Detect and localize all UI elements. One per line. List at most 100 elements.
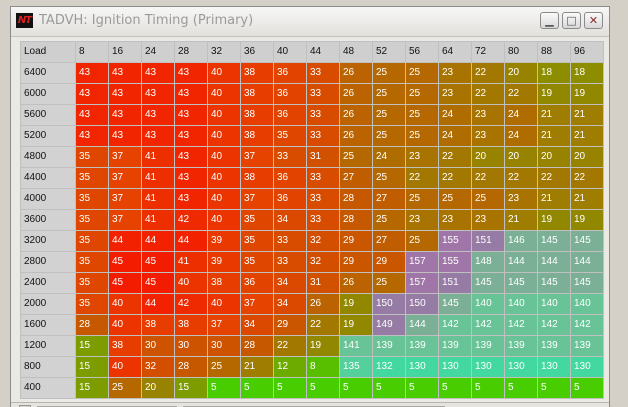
timing-cell[interactable]: 44 [141, 293, 175, 315]
timing-cell[interactable]: 144 [570, 251, 604, 273]
timing-cell[interactable]: 40 [108, 293, 142, 315]
timing-cell[interactable]: 150 [405, 293, 439, 315]
timing-cell[interactable]: 139 [570, 335, 604, 357]
timing-cell[interactable]: 142 [537, 314, 571, 336]
timing-cell[interactable]: 5 [438, 377, 472, 399]
timing-cell[interactable]: 34 [240, 314, 274, 336]
timing-cell[interactable]: 35 [75, 230, 109, 252]
timing-cell[interactable]: 23 [405, 146, 439, 168]
timing-cell[interactable]: 27 [339, 167, 373, 189]
timing-cell[interactable]: 37 [108, 146, 142, 168]
timing-cell[interactable]: 21 [240, 356, 274, 378]
timing-cell[interactable]: 29 [273, 314, 307, 336]
timing-cell[interactable]: 130 [471, 356, 505, 378]
timing-cell[interactable]: 43 [174, 146, 208, 168]
timing-cell[interactable]: 35 [273, 125, 307, 147]
timing-cell[interactable]: 19 [570, 209, 604, 231]
timing-cell[interactable]: 43 [174, 83, 208, 105]
timing-cell[interactable]: 23 [438, 209, 472, 231]
timing-cell[interactable]: 25 [405, 188, 439, 210]
timing-cell[interactable]: 22 [471, 62, 505, 84]
timing-cell[interactable]: 22 [537, 167, 571, 189]
timing-cell[interactable]: 19 [339, 293, 373, 315]
timing-cell[interactable]: 23 [438, 83, 472, 105]
timing-cell[interactable]: 5 [339, 377, 373, 399]
timing-cell[interactable]: 130 [537, 356, 571, 378]
timing-cell[interactable]: 33 [306, 62, 340, 84]
timing-cell[interactable]: 24 [438, 125, 472, 147]
timing-cell[interactable]: 130 [405, 356, 439, 378]
horizontal-scrollbar[interactable] [11, 402, 609, 407]
timing-cell[interactable]: 23 [405, 209, 439, 231]
timing-cell[interactable]: 139 [405, 335, 439, 357]
timing-cell[interactable]: 25 [372, 272, 406, 294]
timing-cell[interactable]: 21 [570, 104, 604, 126]
timing-cell[interactable]: 33 [306, 125, 340, 147]
timing-cell[interactable]: 25 [372, 167, 406, 189]
timing-cell[interactable]: 38 [240, 104, 274, 126]
timing-cell[interactable]: 35 [240, 230, 274, 252]
close-button[interactable]: ✕ [584, 12, 603, 29]
timing-cell[interactable]: 145 [537, 272, 571, 294]
timing-cell[interactable]: 148 [471, 251, 505, 273]
timing-cell[interactable]: 43 [174, 104, 208, 126]
timing-cell[interactable]: 20 [141, 377, 175, 399]
timing-cell[interactable]: 139 [537, 335, 571, 357]
timing-cell[interactable]: 44 [174, 230, 208, 252]
timing-cell[interactable]: 28 [240, 335, 274, 357]
timing-cell[interactable]: 145 [438, 293, 472, 315]
timing-cell[interactable]: 25 [438, 188, 472, 210]
timing-cell[interactable]: 34 [273, 209, 307, 231]
maximize-button[interactable]: □ [562, 12, 581, 29]
timing-cell[interactable]: 25 [471, 188, 505, 210]
timing-cell[interactable]: 36 [273, 167, 307, 189]
timing-cell[interactable]: 28 [339, 209, 373, 231]
timing-cell[interactable]: 24 [372, 146, 406, 168]
timing-cell[interactable]: 36 [273, 188, 307, 210]
timing-cell[interactable]: 21 [537, 104, 571, 126]
timing-cell[interactable]: 142 [504, 314, 538, 336]
timing-cell[interactable]: 35 [75, 167, 109, 189]
timing-cell[interactable]: 19 [306, 335, 340, 357]
timing-cell[interactable]: 37 [108, 209, 142, 231]
timing-cell[interactable]: 38 [240, 125, 274, 147]
timing-cell[interactable]: 41 [141, 209, 175, 231]
timing-cell[interactable]: 32 [141, 356, 175, 378]
timing-cell[interactable]: 43 [141, 104, 175, 126]
timing-cell[interactable]: 36 [273, 104, 307, 126]
timing-cell[interactable]: 25 [405, 62, 439, 84]
timing-cell[interactable]: 19 [537, 209, 571, 231]
timing-cell[interactable]: 15 [75, 377, 109, 399]
timing-cell[interactable]: 19 [339, 314, 373, 336]
timing-cell[interactable]: 36 [273, 62, 307, 84]
timing-cell[interactable]: 42 [174, 293, 208, 315]
timing-cell[interactable]: 35 [240, 251, 274, 273]
timing-cell[interactable]: 20 [537, 146, 571, 168]
timing-cell[interactable]: 151 [438, 272, 472, 294]
timing-cell[interactable]: 43 [174, 188, 208, 210]
timing-cell[interactable]: 33 [306, 188, 340, 210]
timing-cell[interactable]: 32 [306, 230, 340, 252]
timing-cell[interactable]: 37 [240, 293, 274, 315]
timing-cell[interactable]: 5 [372, 377, 406, 399]
timing-cell[interactable]: 35 [75, 188, 109, 210]
timing-cell[interactable]: 41 [141, 167, 175, 189]
timing-cell[interactable]: 140 [537, 293, 571, 315]
timing-cell[interactable]: 139 [438, 335, 472, 357]
timing-cell[interactable]: 43 [174, 62, 208, 84]
timing-cell[interactable]: 25 [405, 83, 439, 105]
timing-cell[interactable]: 149 [372, 314, 406, 336]
timing-cell[interactable]: 25 [372, 209, 406, 231]
timing-cell[interactable]: 30 [174, 335, 208, 357]
timing-cell[interactable]: 43 [75, 104, 109, 126]
timing-cell[interactable]: 142 [438, 314, 472, 336]
timing-cell[interactable]: 41 [141, 146, 175, 168]
timing-cell[interactable]: 41 [141, 188, 175, 210]
timing-cell[interactable]: 33 [273, 230, 307, 252]
timing-cell[interactable]: 15 [75, 335, 109, 357]
timing-cell[interactable]: 139 [471, 335, 505, 357]
timing-cell[interactable]: 142 [570, 314, 604, 336]
timing-cell[interactable]: 23 [471, 209, 505, 231]
timing-cell[interactable]: 21 [504, 209, 538, 231]
timing-cell[interactable]: 155 [438, 230, 472, 252]
